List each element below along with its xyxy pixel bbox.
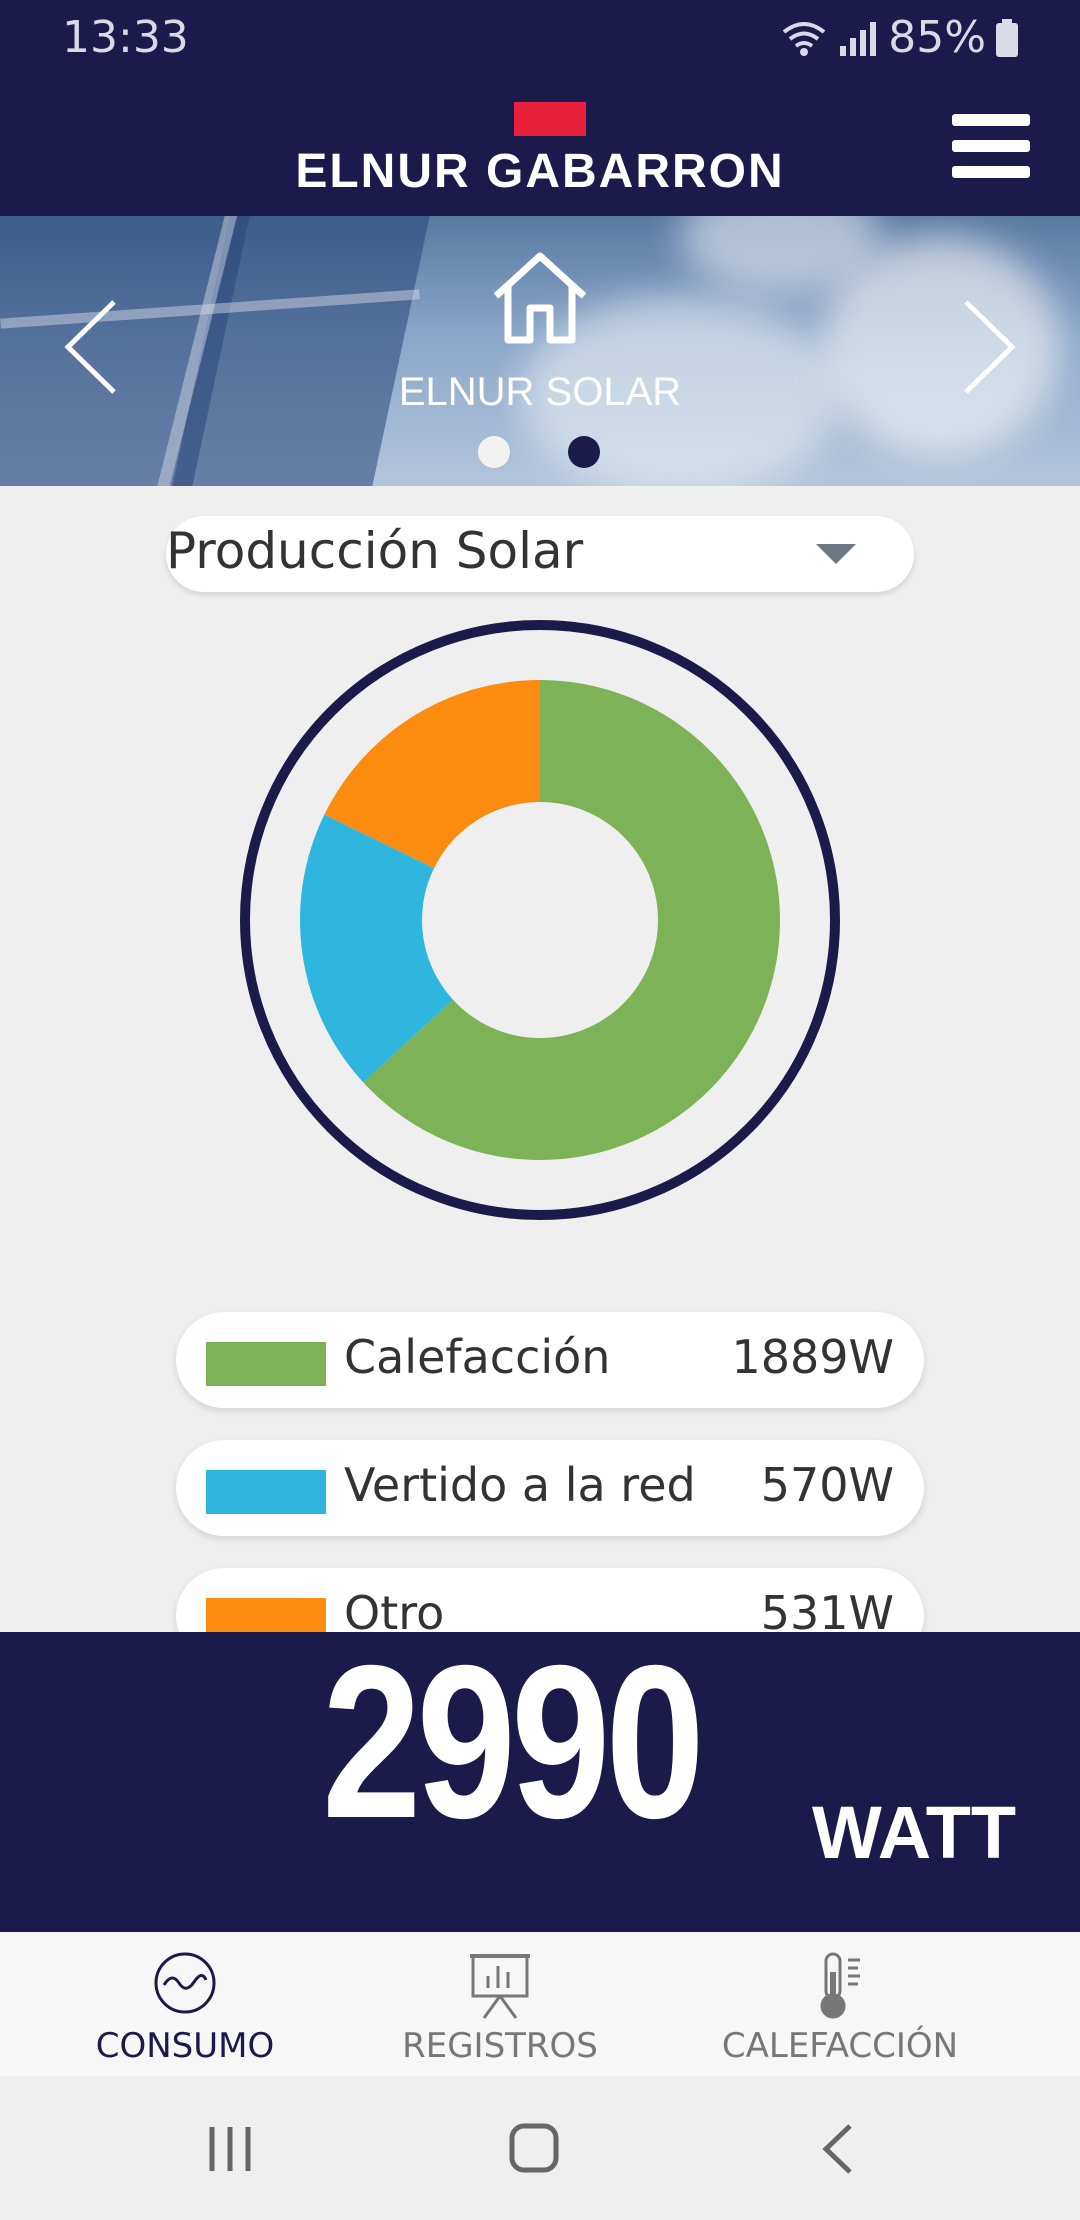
nav-tab-calefaccion[interactable]: CALEFACCIÓN xyxy=(700,1932,980,2076)
legend-label: Calefacción xyxy=(344,1330,611,1384)
page-dot-2[interactable] xyxy=(568,436,600,468)
back-icon[interactable] xyxy=(818,2122,858,2176)
solar-production-donut-chart xyxy=(240,620,840,1220)
nav-label: CONSUMO xyxy=(95,2026,275,2066)
chart-board-icon xyxy=(470,1954,530,2019)
banner-title: ELNUR SOLAR xyxy=(398,370,682,414)
page-dot-1[interactable] xyxy=(478,436,510,468)
signal-icon xyxy=(840,21,877,56)
hamburger-menu-icon[interactable] xyxy=(952,114,1030,178)
home-button-icon[interactable] xyxy=(508,2122,560,2174)
battery-percent: 85% xyxy=(888,12,986,63)
legend-item-vertido: Vertido a la red 570W xyxy=(176,1440,924,1536)
source-dropdown[interactable]: Producción Solar xyxy=(166,516,914,592)
total-power-unit: WATT xyxy=(812,1791,1017,1874)
chart-center-hole xyxy=(422,802,658,1038)
legend-label: Vertido a la red xyxy=(344,1458,696,1512)
recent-apps-icon[interactable] xyxy=(206,2124,254,2174)
wifi-icon xyxy=(782,21,826,56)
legend-swatch xyxy=(206,1342,326,1386)
brand-logo-mark xyxy=(514,102,586,136)
nav-label: CALEFACCIÓN xyxy=(721,2026,959,2066)
status-time: 13:33 xyxy=(62,12,189,63)
dropdown-selected-label: Producción Solar xyxy=(166,522,584,580)
system-navigation-bar xyxy=(0,2076,1080,2220)
thermometer-icon xyxy=(820,1952,860,2019)
legend-item-calefaccion: Calefacción 1889W xyxy=(176,1312,924,1408)
wave-icon xyxy=(154,1952,216,2014)
nav-tab-registros[interactable]: REGISTROS xyxy=(360,1932,640,2076)
legend-swatch xyxy=(206,1470,326,1514)
legend-value: 1889W xyxy=(731,1330,894,1384)
nav-label: REGISTROS xyxy=(402,2026,598,2066)
bottom-navigation: CONSUMO REGISTROS CALEFACCIÓN xyxy=(0,1932,1080,2076)
brand-logo-text: ELNUR GABARRON xyxy=(295,145,785,198)
status-icons: 85% xyxy=(780,12,1020,63)
nav-tab-consumo[interactable]: CONSUMO xyxy=(40,1932,330,2076)
app-header: ELNUR GABARRON xyxy=(0,78,1080,216)
total-power-panel: 2990 WATT xyxy=(0,1621,1080,1932)
home-icon xyxy=(493,252,587,344)
location-banner: ELNUR SOLAR xyxy=(0,216,1080,486)
battery-icon xyxy=(996,18,1018,57)
chevron-down-icon xyxy=(816,544,856,564)
total-power-value: 2990 xyxy=(322,1621,705,1864)
status-bar: 13:33 85% xyxy=(0,0,1080,78)
legend-value: 570W xyxy=(760,1458,894,1512)
